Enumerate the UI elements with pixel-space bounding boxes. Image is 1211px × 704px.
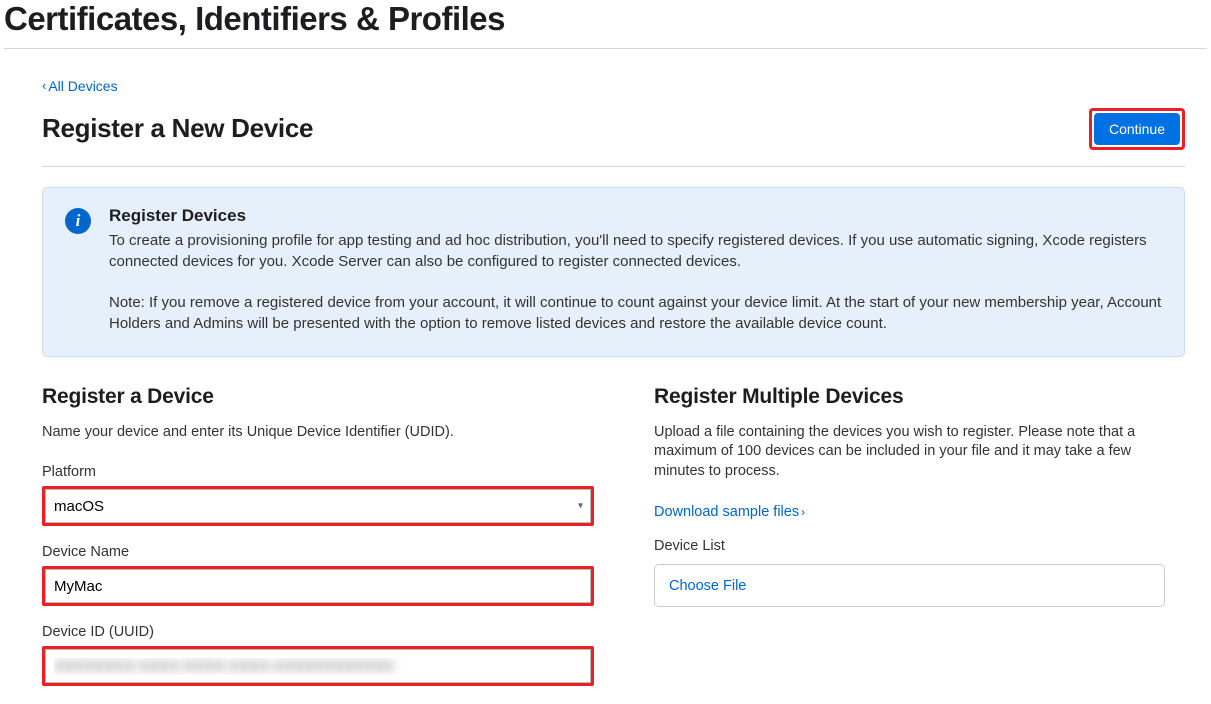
- register-device-title: Register a Device: [42, 385, 594, 409]
- device-id-label: Device ID (UUID): [42, 624, 594, 640]
- device-list-label: Device List: [654, 538, 1165, 554]
- register-multiple-title: Register Multiple Devices: [654, 385, 1165, 409]
- device-id-input[interactable]: [45, 649, 591, 683]
- info-banner: i Register Devices To create a provision…: [42, 187, 1185, 357]
- back-all-devices-link[interactable]: ‹ All Devices: [42, 78, 118, 94]
- chevron-left-icon: ‹: [42, 78, 46, 93]
- download-sample-link[interactable]: Download sample files ›: [654, 504, 805, 520]
- device-name-label: Device Name: [42, 544, 594, 560]
- download-sample-text: Download sample files: [654, 504, 799, 520]
- page-title: Certificates, Identifiers & Profiles: [4, 0, 1207, 49]
- device-name-input[interactable]: [45, 569, 591, 603]
- platform-select[interactable]: macOS: [45, 489, 591, 523]
- info-icon: i: [65, 208, 91, 234]
- continue-button[interactable]: Continue: [1094, 113, 1180, 145]
- platform-label: Platform: [42, 464, 594, 480]
- info-body: To create a provisioning profile for app…: [109, 230, 1162, 272]
- chevron-right-icon: ›: [801, 505, 805, 519]
- back-link-text: All Devices: [48, 78, 117, 94]
- info-note: Note: If you remove a registered device …: [109, 292, 1162, 334]
- file-upload-box[interactable]: Choose File: [654, 564, 1165, 607]
- continue-highlight: Continue: [1089, 108, 1185, 150]
- info-title: Register Devices: [109, 206, 1162, 226]
- choose-file-link[interactable]: Choose File: [669, 578, 746, 594]
- register-heading: Register a New Device: [42, 113, 313, 144]
- register-multiple-desc: Upload a file containing the devices you…: [654, 423, 1165, 482]
- register-device-desc: Name your device and enter its Unique De…: [42, 423, 594, 443]
